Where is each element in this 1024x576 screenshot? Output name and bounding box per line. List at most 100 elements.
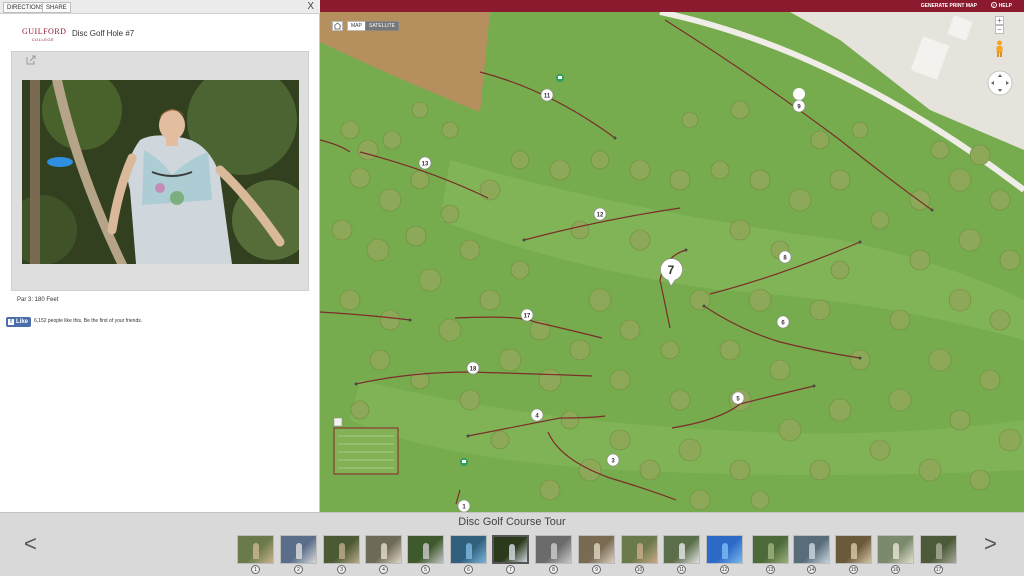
thumbnail-image [450, 535, 487, 564]
street-view-pegman-icon[interactable] [994, 40, 1005, 58]
tour-thumbnail[interactable]: 12 [706, 535, 743, 574]
thumbnail-image [237, 535, 274, 564]
hole-marker[interactable]: 8 [778, 250, 792, 264]
panel-toolbar: DIRECTIONS SHARE X [0, 0, 320, 14]
thumbnail-image [835, 535, 872, 564]
tour-thumbnail[interactable]: 13 [752, 535, 789, 574]
share-button[interactable]: SHARE [42, 2, 71, 13]
thumbnail-number: 7 [506, 565, 515, 574]
info-panel: DIRECTIONS SHARE X GUILFORD COLLEGE Disc… [0, 0, 320, 512]
hole-marker[interactable]: 3 [606, 453, 620, 467]
course-map[interactable]: 9 11 13 12 8 7 17 6 18 5 4 3 1 [320, 0, 1024, 512]
external-link-icon[interactable] [26, 55, 36, 65]
thumbnail-strip: 1 2 3 4 5 6 7 8 9 10 11 12 13 14 15 16 17 [237, 535, 959, 575]
thumbnail-number: 13 [766, 565, 775, 574]
thumbnail-image [663, 535, 700, 564]
zoom-in-button[interactable]: + [995, 16, 1004, 25]
college-logo: GUILFORD COLLEGE [22, 27, 67, 42]
hole-marker[interactable]: 5 [731, 391, 745, 405]
thumbnail-number: 3 [337, 565, 346, 574]
par-info: Par 3: 180 Feet [17, 297, 59, 303]
tour-thumbnail[interactable]: 8 [535, 535, 572, 574]
pan-control-icon[interactable] [987, 70, 1013, 96]
photo-frame [11, 51, 309, 291]
thumbnail-image [492, 535, 529, 564]
tour-thumbnail[interactable]: 10 [621, 535, 658, 574]
map-area[interactable]: 9 11 13 12 8 7 17 6 18 5 4 3 1 GENERATE … [320, 0, 1024, 512]
hole-marker-label: 13 [422, 162, 429, 168]
facebook-icon: f [8, 319, 14, 325]
tour-thumbnail[interactable]: 4 [365, 535, 402, 574]
thumbnail-number: 6 [464, 565, 473, 574]
tour-thumbnail[interactable]: 15 [835, 535, 872, 574]
tour-thumbnail[interactable]: 3 [323, 535, 360, 574]
tour-thumbnail[interactable]: 17 [920, 535, 957, 574]
page-title: Disc Golf Hole #7 [72, 29, 135, 38]
help-link[interactable]: ? HELP [990, 0, 1012, 12]
hole-marker-label: 18 [470, 367, 477, 373]
hole-photo [22, 80, 299, 264]
hole-marker[interactable]: 1 [457, 499, 471, 512]
tour-thumbnail[interactable]: 14 [793, 535, 830, 574]
thumbnail-image [323, 535, 360, 564]
thumbnail-number: 9 [592, 565, 601, 574]
hole-marker[interactable]: 6 [776, 315, 790, 329]
thumbnail-image [578, 535, 615, 564]
tour-thumbnail[interactable]: 9 [578, 535, 615, 574]
satellite-type-button[interactable]: SATELLITE [365, 21, 400, 31]
tour-thumbnail[interactable]: 2 [280, 535, 317, 574]
tour-thumbnail[interactable]: 5 [407, 535, 444, 574]
hole-marker[interactable]: 13 [418, 156, 432, 170]
thumbnail-number: 8 [549, 565, 558, 574]
thumbnail-image [920, 535, 957, 564]
hole-marker[interactable]: 18 [466, 361, 480, 375]
thumbnail-number: 1 [251, 565, 260, 574]
tour-bar: Disc Golf Course Tour < > 1 2 3 4 5 6 7 8 9 10 11 1… [0, 512, 1024, 576]
next-arrow-button[interactable]: > [984, 531, 997, 557]
home-button[interactable] [332, 21, 343, 31]
thumbnail-image [535, 535, 572, 564]
map-top-bar: GENERATE PRINT MAP ? HELP [320, 0, 1024, 12]
prev-arrow-button[interactable]: < [24, 531, 37, 557]
hole-marker[interactable]: 11 [540, 88, 554, 102]
thumbnail-image [793, 535, 830, 564]
poi-marker[interactable] [556, 74, 564, 82]
hole-marker[interactable]: 12 [593, 207, 607, 221]
hole-photo-image [22, 80, 299, 264]
tour-thumbnail[interactable]: 1 [237, 535, 274, 574]
poi-marker[interactable] [460, 458, 468, 466]
like-label: Like [16, 319, 29, 325]
thumbnail-number: 10 [635, 565, 644, 574]
hole-marker[interactable]: 4 [530, 408, 544, 422]
generate-print-map-link[interactable]: GENERATE PRINT MAP [921, 0, 977, 12]
logo-sub: COLLEGE [31, 37, 55, 42]
zoom-out-button[interactable]: − [995, 25, 1004, 34]
logo-name: GUILFORD [22, 27, 67, 36]
thumbnail-number: 14 [807, 565, 816, 574]
hole-marker[interactable]: 17 [520, 308, 534, 322]
tour-thumbnail[interactable]: 7 [492, 535, 529, 574]
tour-thumbnail[interactable]: 16 [877, 535, 914, 574]
thumbnail-number: 12 [720, 565, 729, 574]
thumbnail-image [621, 535, 658, 564]
thumbnail-number: 2 [294, 565, 303, 574]
thumbnail-image [877, 535, 914, 564]
help-label: HELP [998, 3, 1012, 9]
close-button[interactable]: X [307, 1, 314, 13]
hole-marker-label: 17 [524, 314, 531, 320]
thumbnail-image [407, 535, 444, 564]
hole-marker-label: 7 [668, 263, 675, 277]
hole-marker-label: 12 [597, 213, 604, 219]
tour-thumbnail[interactable]: 11 [663, 535, 700, 574]
thumbnail-number: 15 [849, 565, 858, 574]
home-icon [333, 22, 342, 30]
map-type-button[interactable]: MAP [347, 21, 366, 31]
thumbnail-image [752, 535, 789, 564]
facebook-like-button[interactable]: f Like [6, 317, 32, 327]
hole-marker-label: 11 [544, 94, 551, 100]
tour-thumbnail[interactable]: 6 [450, 535, 487, 574]
help-icon: ? [990, 2, 997, 8]
like-count-text: 6,152 people like this. Be the first of … [34, 318, 143, 324]
thumbnail-image [706, 535, 743, 564]
thumbnail-number: 17 [934, 565, 943, 574]
